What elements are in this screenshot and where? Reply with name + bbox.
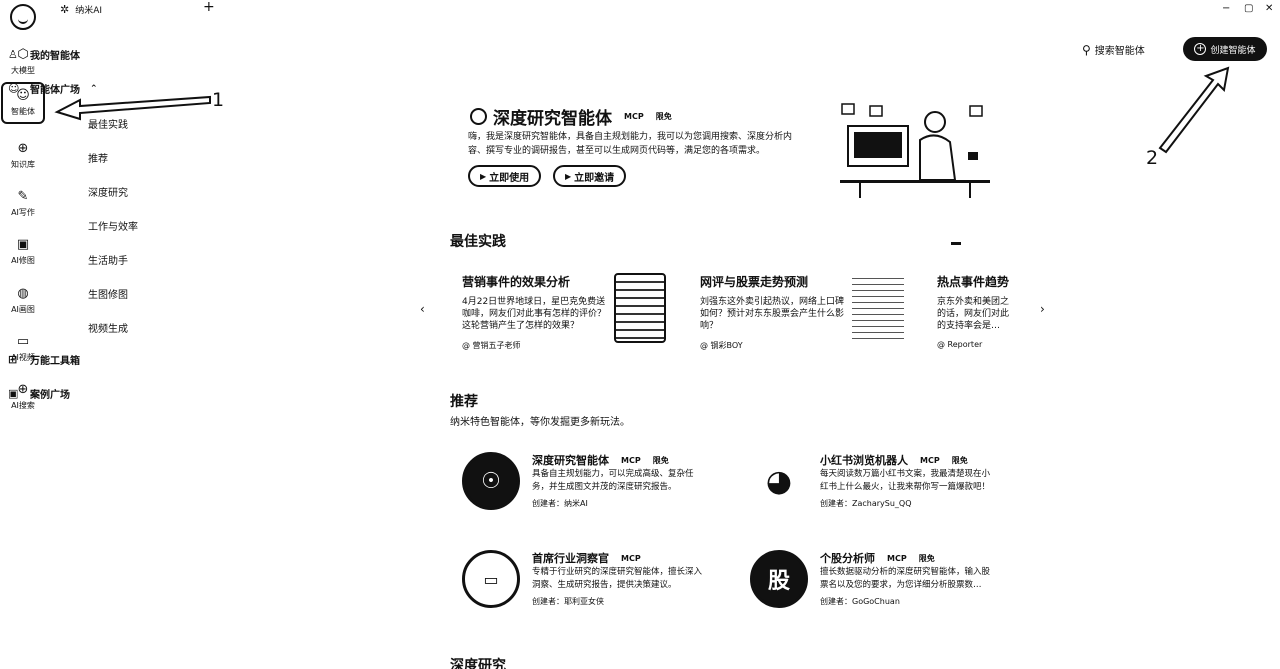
card-author: @ Reporter <box>937 340 983 349</box>
free-badge: 限免 <box>918 553 935 563</box>
agent-name-row: 小红书浏览机器人 MCP 限免 <box>820 452 968 468</box>
annotation-arrow-1 <box>54 95 211 121</box>
section-title-deep: 深度研究 <box>450 658 506 669</box>
agent-desc: 具备自主规划能力，可以完成高级、复杂任务，并生成图文并茂的深度研究报告。 <box>532 469 694 492</box>
use-now-button[interactable]: ▶ 立即使用 <box>468 165 542 187</box>
hero-illustration <box>840 103 990 198</box>
agent-author: 创建者：纳米AI <box>532 499 588 508</box>
section-title-recommend: 推荐 <box>450 394 478 410</box>
mcp-badge: MCP <box>920 455 940 465</box>
annotation-label-2: 2 <box>1146 147 1159 169</box>
card-title: 热点事件趋势 <box>937 275 1010 289</box>
computer-avatar-icon: ▭ <box>462 550 520 608</box>
agent-desc: 每天阅读数万篇小红书文案，我最清楚现在小红书上什么最火，让我来帮你写一篇爆款吧！ <box>820 469 991 492</box>
best-practice-card[interactable]: 营销事件的效果分析 4月22日世界地球日，星巴克免费送咖啡，网友们对此事有怎样的… <box>462 273 692 353</box>
carousel-prev-button[interactable]: ‹ <box>420 302 425 316</box>
best-practice-card[interactable]: 网评与股票走势预测 刘强东这外卖引起热议，网络上口碑如何？预计对东东股票会产生什… <box>700 273 930 353</box>
agent-card[interactable]: ☉ 深度研究智能体 MCP 限免 具备自主规划能力，可以完成高级、复杂任务，并生… <box>462 452 752 516</box>
agent-name: 小红书浏览机器人 <box>820 454 908 467</box>
annotation-label-1: 1 <box>212 89 225 111</box>
search-agents[interactable]: ⚲ 搜索智能体 <box>1082 42 1145 58</box>
mcp-badge: MCP <box>621 553 641 563</box>
free-badge: 限免 <box>951 455 968 465</box>
section-title-best: 最佳实践 <box>450 234 506 250</box>
hero-title: 深度研究智能体 <box>493 109 612 129</box>
best-practice-card[interactable]: 热点事件趋势 京东外卖和美团之的话，网友们对此的支持率会是… @ Reporte… <box>937 273 1017 353</box>
mcp-badge: MCP <box>621 455 641 465</box>
free-badge: 限免 <box>655 112 672 121</box>
play-icon: ▶ <box>565 171 572 181</box>
agent-name-row: 个股分析师 MCP 限免 <box>820 550 935 566</box>
play-icon: ▶ <box>480 171 487 181</box>
agent-name-row: 深度研究智能体 MCP 限免 <box>532 452 669 468</box>
section-subtitle-recommend: 纳米特色智能体，等你发掘更多新玩法。 <box>450 417 630 428</box>
agent-name: 首席行业洞察官 <box>532 552 609 565</box>
agent-desc: 专精于行业研究的深度研究智能体，擅长深入洞察、生成研究报告，提供决策建议。 <box>532 567 703 590</box>
agent-icon <box>470 108 487 125</box>
card-thumbnail <box>852 273 904 343</box>
mcp-badge: MCP <box>887 553 907 563</box>
card-thumbnail <box>614 273 666 343</box>
carousel-next-button[interactable]: › <box>1040 302 1045 316</box>
agent-desc: 擅长数据驱动分析的深度研究智能体，输入股票名以及您的要求，为您详细分析股票数… <box>820 567 991 590</box>
create-agent-button[interactable]: + 创建智能体 <box>1183 37 1267 61</box>
agent-name-row: 首席行业洞察官 MCP <box>532 550 641 566</box>
hero-title-row: 深度研究智能体 MCP 限免 <box>470 104 672 129</box>
chick-avatar-icon: ◕ <box>750 452 808 510</box>
mcp-badge: MCP <box>624 112 644 121</box>
search-icon: ⚲ <box>1082 42 1091 57</box>
agent-author: 创建者：ZacharySu_QQ <box>820 499 912 508</box>
agent-card[interactable]: ▭ 首席行业洞察官 MCP 专精于行业研究的深度研究智能体，擅长深入洞察、生成研… <box>462 550 752 614</box>
invite-now-button[interactable]: ▶ 立即邀请 <box>553 165 627 187</box>
card-desc: 4月22日世界地球日，星巴克免费送咖啡，网友们对此事有怎样的评价？这轮营销产生了… <box>462 297 607 331</box>
agent-card[interactable]: 股 个股分析师 MCP 限免 擅长数据驱动分析的深度研究智能体，输入股票名以及您… <box>750 550 1040 614</box>
hero-description: 嗨，我是深度研究智能体，具备自主规划能力，我可以为您调用搜索、深度分析内容、撰写… <box>468 132 793 156</box>
invite-now-label: 立即邀请 <box>574 172 615 184</box>
agent-name: 个股分析师 <box>820 552 875 565</box>
deep-research-avatar-icon: ☉ <box>462 452 520 510</box>
plus-icon: + <box>1194 43 1207 55</box>
create-agent-label: 创建智能体 <box>1210 45 1256 56</box>
agent-name: 深度研究智能体 <box>532 454 609 467</box>
card-desc: 刘强东这外卖引起热议，网络上口碑如何？预计对东东股票会产生什么影响？ <box>700 297 845 331</box>
search-label: 搜索智能体 <box>1094 46 1145 57</box>
annotation-arrow-2 <box>1158 66 1230 154</box>
stock-avatar-icon: 股 <box>750 550 808 608</box>
card-desc: 京东外卖和美团之的话，网友们对此的支持率会是… <box>937 297 1010 331</box>
free-badge: 限免 <box>652 455 669 465</box>
divider <box>951 242 961 245</box>
agent-author: 创建者：耶利亚女侠 <box>532 597 604 606</box>
use-now-label: 立即使用 <box>489 172 530 184</box>
agent-author: 创建者：GoGoChuan <box>820 597 900 606</box>
agent-card[interactable]: ◕ 小红书浏览机器人 MCP 限免 每天阅读数万篇小红书文案，我最清楚现在小红书… <box>750 452 1040 516</box>
